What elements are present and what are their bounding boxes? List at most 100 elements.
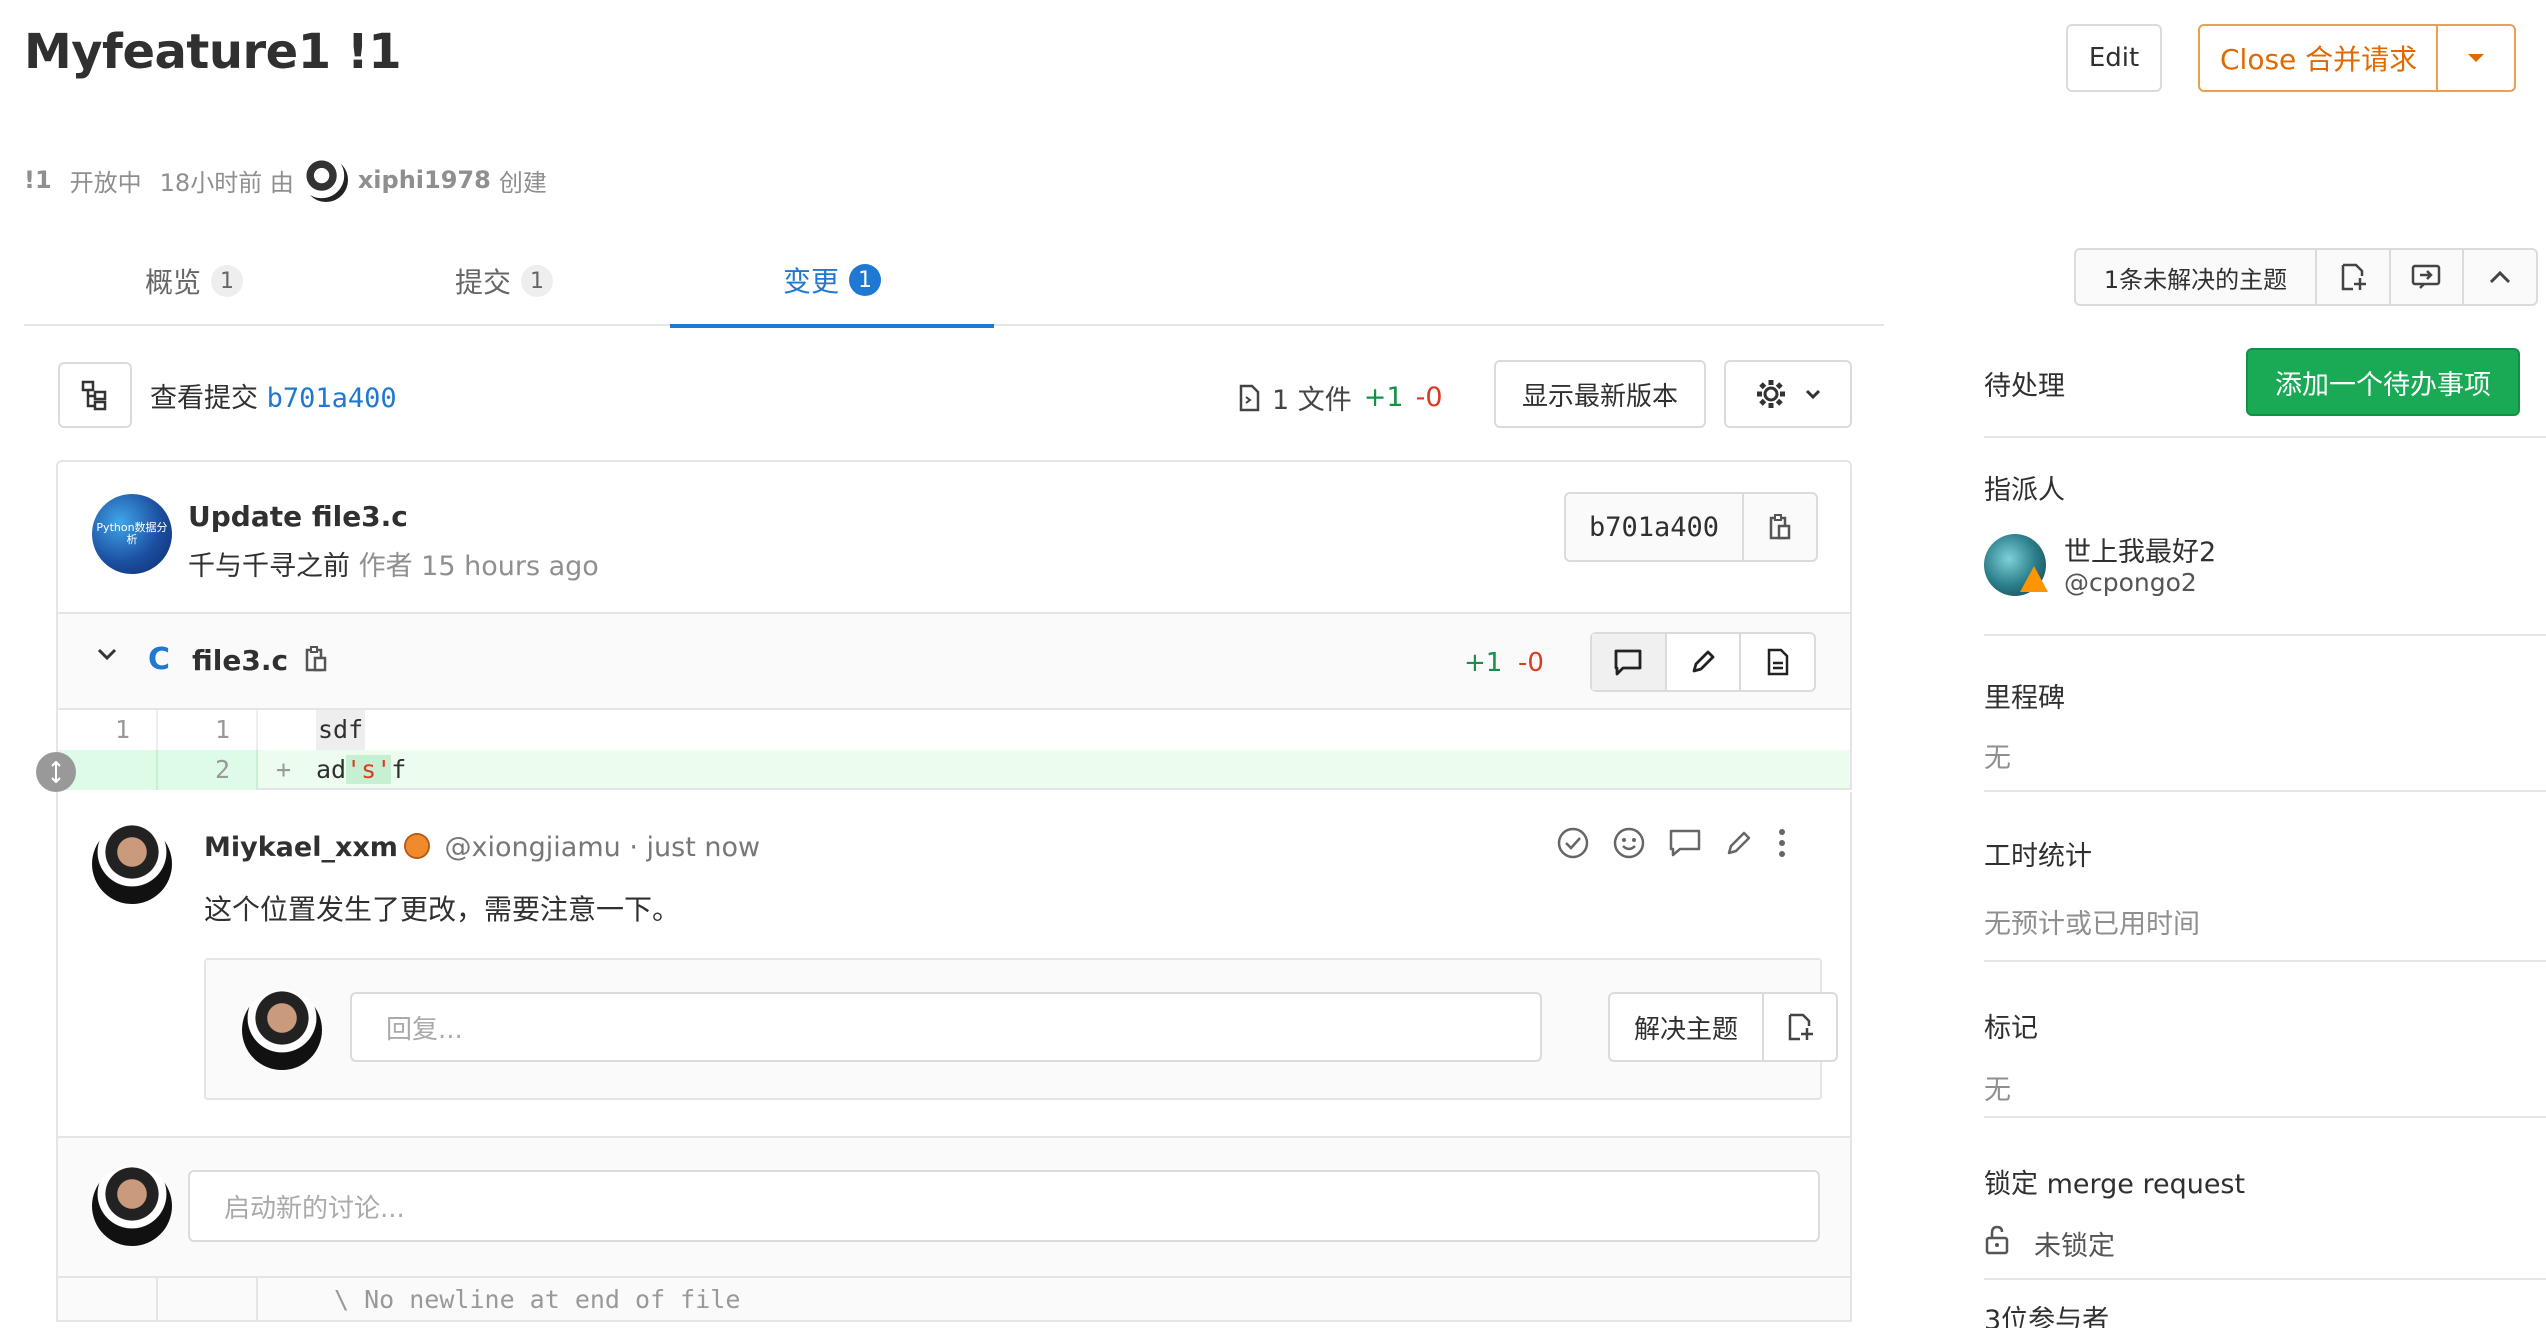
- view-commit-sha-link[interactable]: b701a400: [267, 383, 397, 414]
- page-title: Myfeature1 !1: [24, 24, 402, 80]
- resolve-thread-button[interactable]: 解决主题: [1610, 994, 1764, 1060]
- current-user-avatar[interactable]: [242, 990, 322, 1070]
- note-header: Miykael_xxm @xiongjiamu · just now: [204, 832, 760, 863]
- time-tracking-value: 无预计或已用时间: [1984, 909, 2200, 940]
- commit-author[interactable]: 千与千寻之前: [188, 551, 350, 582]
- author-avatar[interactable]: [303, 158, 348, 202]
- tab-commits[interactable]: 提交 1: [414, 236, 594, 326]
- resolve-in-new-issue-button[interactable]: [2314, 250, 2389, 304]
- diff-line-no-newline: \ No newline at end of file: [56, 1278, 1852, 1322]
- note-author-avatar[interactable]: [92, 824, 172, 904]
- old-line-number[interactable]: 1: [58, 710, 158, 750]
- assignee-title: 指派人: [1984, 475, 2065, 506]
- note-time[interactable]: just now: [647, 832, 761, 863]
- current-user-avatar[interactable]: [92, 1166, 172, 1246]
- tab-overview-label: 概览: [144, 266, 201, 299]
- view-commit-text: 查看提交: [150, 383, 258, 414]
- milestone-title: 里程碑: [1984, 683, 2065, 714]
- diff-file-header: C file3.c +1 -0: [56, 614, 1852, 710]
- edit-button[interactable]: Edit: [2066, 24, 2162, 92]
- pencil-icon[interactable]: [1724, 828, 1754, 858]
- doc-changes-icon: [1238, 384, 1260, 412]
- file-name-link[interactable]: file3.c: [192, 644, 288, 677]
- note-separator: ·: [629, 832, 638, 863]
- reply-input[interactable]: 回复...: [350, 992, 1542, 1062]
- lock-open-icon: [1984, 1224, 2010, 1256]
- labels-value: 无: [1984, 1075, 2011, 1106]
- toggle-comments-button[interactable]: [1592, 634, 1665, 690]
- lock-title: 锁定 merge request: [1984, 1169, 2246, 1200]
- resolve-check-icon[interactable]: [1556, 826, 1590, 860]
- note-actions: [1556, 826, 1788, 860]
- reply-icon[interactable]: [1668, 828, 1702, 858]
- file-actions-group: [1590, 632, 1816, 692]
- diff-settings-dropdown[interactable]: [1724, 360, 1852, 428]
- note-author-handle[interactable]: @xiongjiamu: [445, 832, 621, 863]
- files-count[interactable]: 1 文件: [1272, 378, 1352, 417]
- new-discussion-input[interactable]: 启动新的讨论...: [188, 1170, 1820, 1242]
- mr-state: 开放中: [69, 168, 142, 197]
- close-merge-request-button[interactable]: Close 合并请求: [2198, 24, 2516, 92]
- lock-value: 未锁定: [2034, 1231, 2115, 1262]
- grip-icon: [51, 761, 61, 783]
- diff-code: sdf: [316, 710, 366, 750]
- note-author-name[interactable]: Miykael_xxm: [204, 832, 398, 863]
- author-link[interactable]: xiphi1978: [358, 166, 491, 194]
- unresolved-count: 1条未解决的主题: [2103, 265, 2288, 294]
- tab-commits-count: 1: [521, 265, 553, 297]
- new-line-number[interactable]: 2: [158, 750, 258, 790]
- emoji-icon[interactable]: [1612, 826, 1646, 860]
- new-line-number[interactable]: 1: [158, 710, 258, 750]
- diff-file-stats: 1 文件 +1 -0: [1238, 378, 1443, 417]
- add-todo-button[interactable]: 添加一个待办事项: [2246, 348, 2520, 416]
- tab-overview[interactable]: 概览 1: [104, 236, 284, 326]
- note-body: 这个位置发生了更改，需要注意一下。: [204, 893, 681, 926]
- issue-new-icon: [2338, 262, 2368, 292]
- diff-line: 1 1 sdf: [56, 710, 1852, 750]
- issue-new-icon: [1785, 1012, 1815, 1042]
- file-lines-removed: -0: [1518, 648, 1544, 678]
- copy-sha-button[interactable]: [1744, 494, 1816, 560]
- copy-file-path-icon[interactable]: [304, 644, 328, 674]
- tab-changes-label: 变更: [782, 265, 839, 298]
- lock-section: 锁定 merge request 未锁定: [1984, 1118, 2546, 1280]
- file-type-icon: C: [148, 642, 171, 677]
- participants-count: 3位参与者: [1984, 1305, 2110, 1328]
- mr-tabs: 概览 1 提交 1 变更 1: [24, 236, 1884, 328]
- assignee-name[interactable]: 世上我最好2: [2064, 530, 2216, 569]
- discussion-thread: Miykael_xxm @xiongjiamu · just now 这个位置发…: [56, 792, 1852, 1138]
- toggle-file-tree-button[interactable]: [58, 362, 132, 428]
- diff-marker: +: [276, 755, 292, 784]
- basketball-icon: [403, 833, 430, 859]
- chevron-down-icon[interactable]: [96, 646, 118, 662]
- commit-title-link[interactable]: Update file3.c: [188, 500, 408, 533]
- reply-area: 回复... 解决主题: [204, 958, 1838, 1100]
- time-tracking-title: 工时统计: [1984, 841, 2092, 872]
- close-dropdown-toggle[interactable]: [2436, 26, 2514, 90]
- tab-changes[interactable]: 变更 1: [670, 236, 994, 328]
- more-actions-icon[interactable]: [1776, 826, 1788, 860]
- warning-icon: [2020, 566, 2048, 592]
- file-tree-icon: [80, 379, 110, 411]
- jump-next-thread-button[interactable]: [2388, 250, 2463, 304]
- view-file-button[interactable]: [1739, 634, 1814, 690]
- labels-title: 标记: [1984, 1013, 2038, 1044]
- todo-label: 待处理: [1984, 371, 2065, 402]
- lines-added: +1: [1363, 382, 1404, 413]
- commit-subtitle: 千与千寻之前 作者 15 hours ago: [188, 544, 599, 583]
- edit-file-button[interactable]: [1664, 634, 1740, 690]
- unresolved-threads-bar: 1条未解决的主题: [2074, 248, 2538, 306]
- collapse-threads-button[interactable]: [2462, 250, 2536, 304]
- commit-author-avatar[interactable]: Python数据分析: [92, 494, 172, 574]
- time-tracking-section: 工时统计 无预计或已用时间: [1984, 792, 2546, 962]
- gear-icon: [1755, 378, 1787, 410]
- code-token: ad: [316, 755, 347, 784]
- caret-down-icon: [2466, 52, 2486, 64]
- chevron-down-icon: [1805, 388, 1821, 400]
- mr-time: 18小时前 由: [159, 168, 294, 197]
- drag-comment-handle[interactable]: [36, 752, 76, 792]
- mr-iid: !1: [24, 166, 52, 194]
- show-latest-version-button[interactable]: 显示最新版本: [1494, 360, 1706, 428]
- resolve-in-issue-button[interactable]: [1764, 994, 1836, 1060]
- commit-sha[interactable]: b701a400: [1566, 494, 1744, 560]
